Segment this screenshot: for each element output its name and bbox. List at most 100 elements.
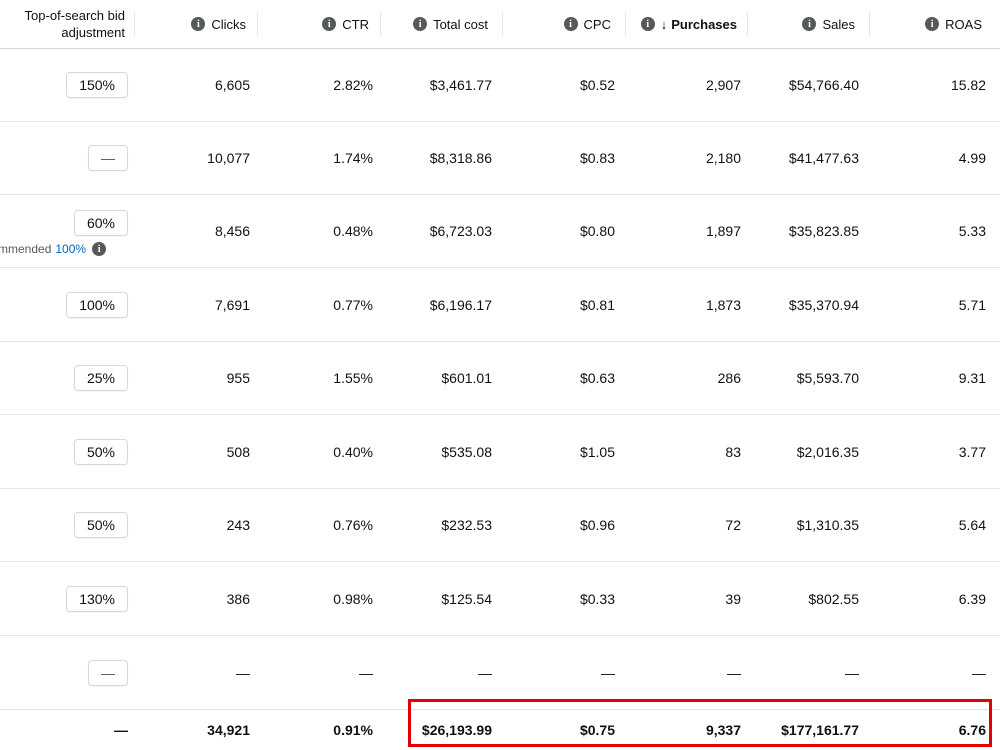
cell-total-cost: — [478,664,492,681]
cell-cpc: $0.52 [579,77,615,93]
column-header-cpc[interactable]: i CPC [491,0,611,48]
cell-ctr: 0.91% [333,722,373,738]
cell-roas: 4.99 [958,150,986,166]
cell-clicks: 508 [226,443,250,460]
table-row: — 10,077 1.74% $8,318.86 $0.83 2,180 $41,477.6… [0,122,1000,195]
bid-adjustment-cell[interactable]: — [0,122,128,194]
info-icon[interactable]: i [413,17,428,31]
cell-total-cost: $8,318.86 [429,150,492,166]
cell-total-cost: $535.08 [441,443,492,460]
cell-clicks: 955 [226,370,250,386]
recommended-bid-link[interactable]: 100% [55,242,86,256]
table-row: 130% 386 0.98% $125.54 $0.33 39 $802.55 6.39 [0,562,1000,636]
column-divider [625,12,626,36]
info-icon[interactable]: i [92,242,107,256]
cell-sales: $35,823.85 [788,223,859,239]
cell-roas: 5.71 [958,296,986,313]
bid-adjustment-total: — [114,722,128,738]
info-icon[interactable]: i [640,17,655,31]
column-header-sales[interactable]: i Sales [735,0,855,48]
bid-adjustment-cell[interactable]: 60% [0,195,128,267]
column-divider [869,12,870,36]
cell-purchases: 72 [725,517,741,533]
bid-adjustment-cell[interactable]: 150% [0,49,128,121]
table-row: 25% 955 1.55% $601.01 $0.63 286 $5,593.70 9.31 [0,342,1000,415]
bid-adjustment-input[interactable]: 50% [73,512,128,538]
cell-cpc: $0.81 [579,296,615,313]
column-header-label: Clicks [211,16,246,32]
cell-roas: 5.33 [958,223,986,239]
bid-adjustment-cell[interactable]: 100% [0,268,128,341]
cell-total-cost: $6,723.03 [429,223,492,239]
cell-total-cost: $232.53 [441,517,492,533]
bid-adjustment-cell[interactable]: 50% [0,415,128,488]
bid-adjustment-input[interactable]: 50% [73,438,128,465]
column-header-ctr[interactable]: i CTR [249,0,369,48]
cell-ctr: 0.77% [333,296,373,313]
bid-adjustment-input[interactable]: 100% [66,291,128,318]
column-header-label: Purchases [671,16,737,32]
cell-ctr: 0.40% [333,443,373,460]
column-header-bid-adjustment[interactable]: Top-of-search bid adjustment [0,0,125,48]
recommended-bid-hint: mmended 100% i [0,242,107,256]
cell-clicks: 243 [226,517,250,533]
bid-adjustment-label-line2: adjustment [61,25,125,40]
info-icon[interactable]: i [563,17,578,31]
info-icon[interactable]: i [191,17,206,31]
bid-adjustment-cell[interactable]: 25% [0,342,128,414]
column-divider [380,12,381,36]
cell-purchases: 2,907 [705,77,741,93]
bid-adjustment-cell[interactable]: 50% [0,489,128,561]
info-icon[interactable]: i [802,17,817,31]
column-header-label: CPC [583,16,611,32]
column-header-roas[interactable]: i ROAS [862,0,982,48]
bid-adjustment-cell[interactable]: — [0,636,128,709]
cell-sales: $35,370.94 [788,296,859,313]
cell-clicks: 7,691 [214,296,250,313]
info-icon[interactable]: i [322,17,337,31]
column-divider [502,12,503,36]
cell-roas: 5.64 [958,517,986,533]
cell-roas: — [972,664,986,681]
bid-adjustment-cell[interactable]: 130% [0,562,128,635]
info-icon[interactable]: i [925,17,940,31]
cell-clicks: 8,456 [214,223,250,239]
metrics-table: Top-of-search bid adjustment i Clicks i CTR i T… [0,0,1000,750]
cell-cpc: $0.96 [579,517,615,533]
cell-clicks: 34,921 [207,722,250,738]
cell-roas: 6.76 [958,722,986,738]
bid-adjustment-input[interactable]: 60% [73,210,128,236]
cell-total-cost: $6,196.17 [429,296,492,313]
cell-roas: 6.39 [958,590,986,607]
bid-adjustment-input[interactable]: — [88,659,128,686]
cell-sales: $54,766.40 [788,77,859,93]
cell-purchases: 83 [725,443,741,460]
cell-purchases: 2,180 [705,150,741,166]
arrow-down-icon: ↓ [660,16,668,32]
table-header-row: Top-of-search bid adjustment i Clicks i CTR i T… [0,0,1000,49]
table-row: 50% 508 0.40% $535.08 $1.05 83 $2,016.35 3.77 [0,415,1000,489]
table-row: 150% 6,605 2.82% $3,461.77 $0.52 2,907 $54,766… [0,49,1000,122]
column-header-purchases[interactable]: i ↓ Purchases [617,0,737,48]
column-header-label: Total cost [433,16,488,32]
column-header-clicks[interactable]: i Clicks [126,0,246,48]
column-divider [747,12,748,36]
table-row: — — — — — — — — [0,636,1000,710]
cell-purchases: 39 [725,590,741,607]
bid-adjustment-input[interactable]: — [88,145,128,171]
cell-ctr: 2.82% [333,77,373,93]
cell-ctr: — [359,664,373,681]
cell-sales: $2,016.35 [796,443,859,460]
cell-roas: 3.77 [958,443,986,460]
bid-adjustment-input[interactable]: 25% [73,365,128,391]
cell-clicks: 10,077 [207,150,250,166]
bid-adjustment-input[interactable]: 150% [66,72,128,98]
cell-cpc: $0.33 [579,590,615,607]
cell-sales: $41,477.63 [788,150,859,166]
column-header-label: CTR [342,16,369,32]
cell-sales: $5,593.70 [796,370,859,386]
column-header-label: Sales [822,16,855,32]
bid-adjustment-input[interactable]: 130% [66,585,128,612]
column-header-total-cost[interactable]: i Total cost [368,0,488,48]
cell-cpc: — [601,664,615,681]
